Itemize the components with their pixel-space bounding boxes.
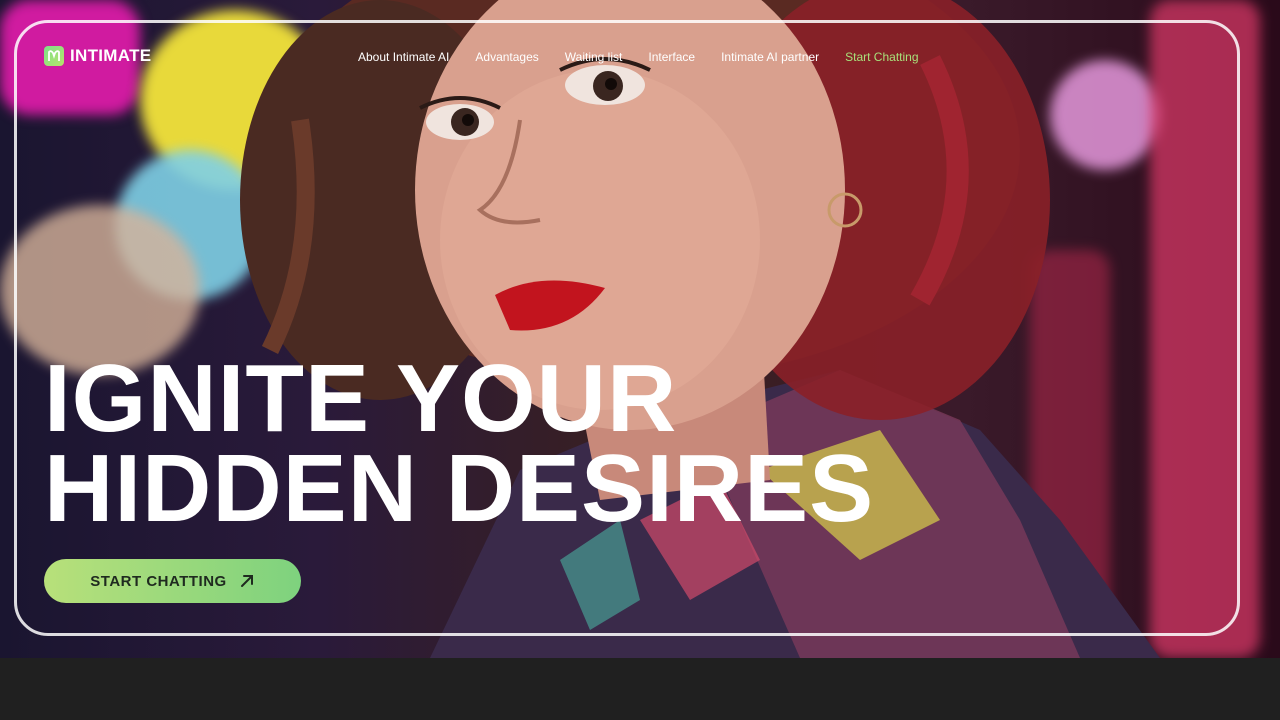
nav-item-ai-partner[interactable]: Intimate AI partner [721, 50, 819, 64]
headline-line-2: HIDDEN DESIRES [44, 435, 875, 542]
hero-section: INTIMATE About Intimate AI Advantages Wa… [0, 0, 1280, 658]
hero-headline: IGNITE YOUR HIDDEN DESIRES [44, 351, 874, 537]
brand-logo[interactable]: INTIMATE [44, 46, 151, 66]
nav-item-start-chatting[interactable]: Start Chatting [845, 50, 918, 64]
brand-name: INTIMATE [70, 46, 152, 65]
page-bottom-band [0, 658, 1280, 720]
logo-mark-icon [44, 46, 64, 66]
nav-item-waiting-list[interactable]: Waiting list [565, 50, 623, 64]
top-nav: About Intimate AI Advantages Waiting lis… [358, 50, 919, 64]
nav-item-about[interactable]: About Intimate AI [358, 50, 449, 64]
nav-item-advantages[interactable]: Advantages [475, 50, 538, 64]
nav-item-interface[interactable]: Interface [648, 50, 695, 64]
hero-frame [14, 20, 1240, 636]
arrow-up-right-icon [240, 575, 253, 587]
start-chatting-button[interactable]: START CHATTING [44, 559, 301, 603]
cta-label: START CHATTING [90, 572, 227, 590]
